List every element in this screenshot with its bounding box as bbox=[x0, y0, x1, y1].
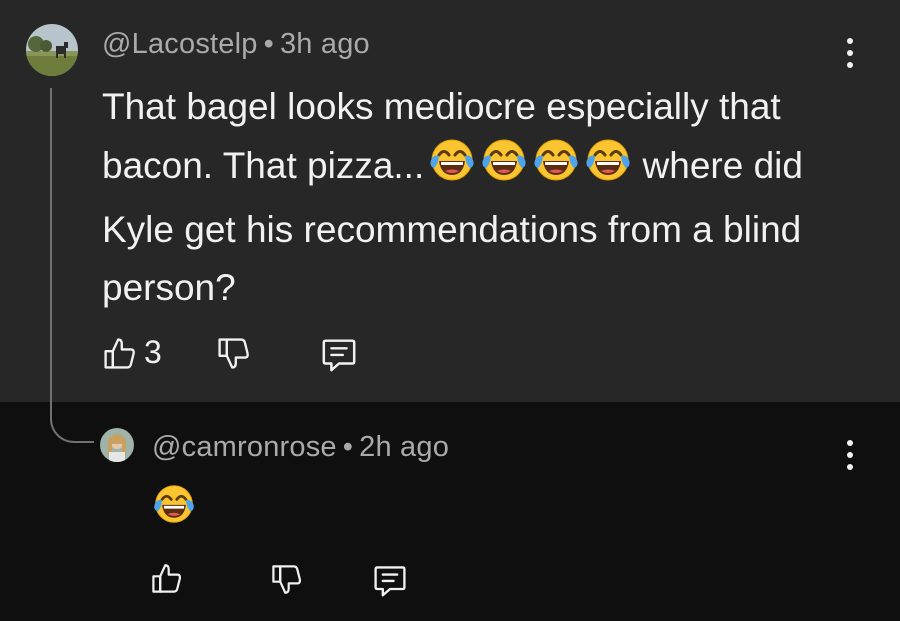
comment-time[interactable]: 3h ago bbox=[280, 28, 370, 60]
joy-emoji-icon bbox=[428, 136, 476, 201]
dislike-button[interactable] bbox=[270, 563, 304, 597]
comment-meta: @Lacostelp • 3h ago bbox=[102, 28, 370, 61]
reply-button[interactable] bbox=[320, 335, 358, 373]
reply-meta: @camronrose • 2h ago bbox=[152, 431, 449, 464]
like-button[interactable] bbox=[150, 561, 184, 595]
thumbs-down-icon bbox=[216, 336, 252, 372]
like-button[interactable]: 3 bbox=[102, 334, 162, 371]
comment-icon bbox=[372, 562, 408, 598]
like-count: 3 bbox=[144, 334, 162, 370]
joy-emoji-icon bbox=[584, 136, 632, 201]
comment-icon bbox=[320, 335, 358, 373]
more-vertical-icon[interactable] bbox=[840, 38, 860, 68]
thumbs-down-icon bbox=[270, 563, 304, 597]
reply-author[interactable]: @camronrose bbox=[152, 431, 337, 463]
joy-emoji-icon bbox=[152, 482, 196, 526]
joy-emoji-icon bbox=[480, 136, 528, 201]
more-vertical-icon[interactable] bbox=[840, 440, 860, 470]
comment-thread: @Lacostelp • 3h ago That bagel looks medio… bbox=[0, 0, 900, 621]
reply-text bbox=[152, 482, 196, 531]
thread-connector-line bbox=[50, 88, 94, 443]
joy-emoji-icon bbox=[532, 136, 580, 201]
dislike-button[interactable] bbox=[216, 336, 252, 372]
meta-separator: • bbox=[342, 431, 354, 463]
reply-time[interactable]: 2h ago bbox=[359, 431, 449, 463]
meta-separator: • bbox=[263, 28, 274, 60]
reply-container bbox=[0, 402, 900, 621]
comment-author[interactable]: @Lacostelp bbox=[102, 28, 258, 60]
thumbs-up-icon bbox=[150, 561, 184, 595]
avatar[interactable] bbox=[100, 428, 134, 462]
reply-button[interactable] bbox=[372, 562, 408, 598]
avatar[interactable] bbox=[26, 24, 78, 76]
comment-text: That bagel looks mediocre especially tha… bbox=[102, 78, 862, 317]
thumbs-up-icon bbox=[102, 335, 138, 371]
